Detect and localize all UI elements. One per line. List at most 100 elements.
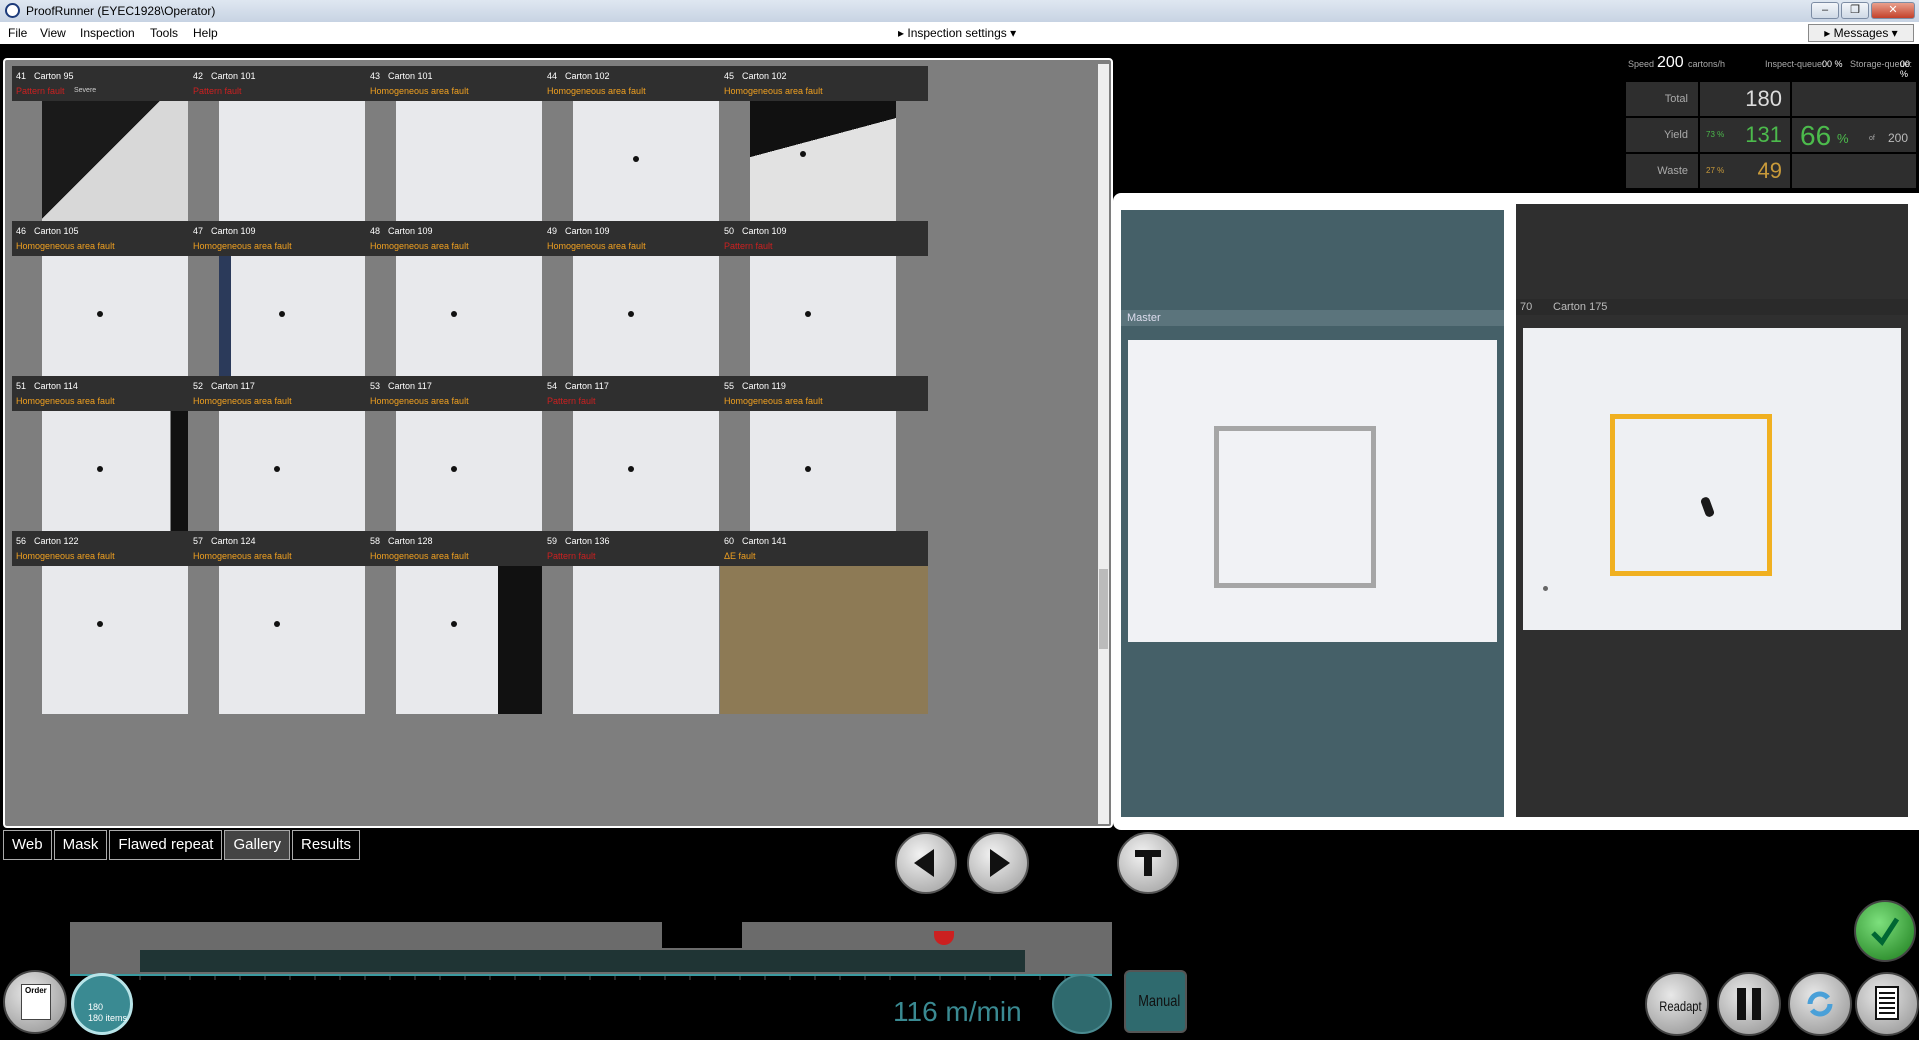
tile-image <box>219 566 365 714</box>
text-tool-button[interactable] <box>1117 832 1179 894</box>
tile-number: 45 <box>724 71 735 81</box>
arrow-left-icon <box>914 849 934 877</box>
tile-fault-type: Homogeneous area fault <box>193 241 292 251</box>
waste-label: Waste <box>1657 165 1688 177</box>
tile-carton: Carton 95 <box>34 71 74 81</box>
pause-button[interactable] <box>1717 972 1781 1036</box>
refresh-button[interactable] <box>1788 972 1852 1036</box>
next-button[interactable] <box>967 832 1029 894</box>
defect-speck <box>279 311 285 317</box>
timeline-segment-1 <box>70 922 662 948</box>
tile-number: 60 <box>724 536 735 546</box>
defect-speck <box>97 466 103 472</box>
tab-mask[interactable]: Mask <box>53 830 108 860</box>
tab-web[interactable]: Web <box>3 830 52 860</box>
defect-speck <box>97 311 103 317</box>
defect-spot <box>1699 496 1716 518</box>
tile-carton: Carton 102 <box>742 71 787 81</box>
previous-button[interactable] <box>895 832 957 894</box>
tile-header: 50 Carton 109 Pattern fault <box>720 221 928 256</box>
tile-number: 43 <box>370 71 381 81</box>
carton-header: 70 Carton 175 <box>1516 299 1908 315</box>
tile-carton: Carton 109 <box>742 226 787 236</box>
tab-gallery[interactable]: Gallery <box>224 830 290 860</box>
master-panel: Master <box>1121 210 1504 817</box>
total-value: 180 <box>1745 86 1782 111</box>
messages-dropdown[interactable]: ▸ Messages ▾ <box>1808 24 1914 42</box>
waste-percent-small: 27 % <box>1706 166 1725 175</box>
defect-speck <box>800 151 806 157</box>
window-title: ProofRunner (EYEC1928\Operator) <box>26 4 216 18</box>
defect-speck <box>805 311 811 317</box>
tile-number: 42 <box>193 71 204 81</box>
yield-percent-small: 73 % <box>1706 130 1725 139</box>
tile-fault-type: Pattern fault <box>724 241 773 251</box>
view-tabs: Web Mask Flawed repeat Gallery Results <box>3 830 361 860</box>
close-button[interactable]: ✕ <box>1871 2 1915 19</box>
tile-header: 60 Carton 141 ΔE fault <box>720 531 928 566</box>
tile-fault-type: Homogeneous area fault <box>724 396 823 406</box>
master-image[interactable] <box>1128 340 1497 642</box>
readapt-button[interactable]: Readapt <box>1645 972 1709 1036</box>
gallery-tile[interactable]: 60 Carton 141 ΔE fault <box>720 531 928 714</box>
counter-bottom: 180 items <box>88 1013 128 1023</box>
counter-dial[interactable]: 180 180 items <box>71 973 133 1035</box>
minimize-button[interactable]: – <box>1811 2 1839 19</box>
yield-of-label: of <box>1869 135 1875 142</box>
total-label: Total <box>1664 93 1688 105</box>
defect-speck <box>1543 586 1548 591</box>
tile-carton: Carton 141 <box>742 536 787 546</box>
tile-number: 53 <box>370 381 381 391</box>
defect-speck <box>805 466 811 472</box>
menu-help[interactable]: Help <box>193 26 218 40</box>
carton-name: Carton 175 <box>1553 301 1608 313</box>
tile-carton: Carton 105 <box>34 226 79 236</box>
tile-fault-type: Pattern fault <box>16 86 65 96</box>
tab-flawed-repeat[interactable]: Flawed repeat <box>109 830 223 860</box>
menu-bar: File View Inspection Tools Help ▸ Inspec… <box>0 22 1919 44</box>
tab-results[interactable]: Results <box>292 830 361 860</box>
t-letter-icon <box>1135 850 1161 876</box>
tile-image <box>42 566 188 714</box>
tile-number: 50 <box>724 226 735 236</box>
master-header: Master <box>1121 310 1504 326</box>
menu-inspection[interactable]: Inspection <box>80 26 135 40</box>
arrow-right-icon <box>990 849 1010 877</box>
manual-button[interactable]: Manual <box>1124 970 1187 1033</box>
carton-number: 70 <box>1520 301 1533 313</box>
tile-fault-type: Homogeneous area fault <box>370 551 469 561</box>
yield-percent-big: 66 <box>1800 120 1832 151</box>
timeline-segment-2 <box>742 922 1112 948</box>
carton-image[interactable] <box>1523 328 1901 630</box>
tile-number: 46 <box>16 226 27 236</box>
confirm-button[interactable] <box>1854 900 1916 962</box>
tile-fault-type: Homogeneous area fault <box>16 396 115 406</box>
defect-speck <box>451 621 457 627</box>
inspection-settings-dropdown[interactable]: ▸ Inspection settings ▾ <box>898 26 1016 40</box>
maximize-button[interactable]: ❐ <box>1841 2 1869 19</box>
web-timeline[interactable] <box>70 922 1112 980</box>
speed-dial[interactable] <box>1052 974 1112 1034</box>
defect-speck <box>451 466 457 472</box>
readapt-label: Readapt <box>1659 998 1702 1014</box>
gallery-scrollbar[interactable] <box>1098 64 1109 824</box>
tile-carton: Carton 109 <box>388 226 433 236</box>
order-icon: Order <box>21 984 51 1020</box>
tile-number: 41 <box>16 71 27 81</box>
tile-number: 47 <box>193 226 204 236</box>
menu-view[interactable]: View <box>40 26 66 40</box>
line-speed: 116 m/min <box>893 996 1022 1027</box>
tile-carton: Carton 109 <box>565 226 610 236</box>
report-button[interactable] <box>1855 972 1919 1036</box>
refresh-icon <box>1807 991 1833 1017</box>
tile-number: 56 <box>16 536 27 546</box>
checkmark-icon <box>1871 917 1900 946</box>
timeline-progress <box>140 950 1025 972</box>
menu-tools[interactable]: Tools <box>150 26 178 40</box>
tile-fault-type: Homogeneous area fault <box>724 86 823 96</box>
tile-number: 54 <box>547 381 558 391</box>
tile-carton: Carton 101 <box>211 71 256 81</box>
menu-file[interactable]: File <box>8 26 27 40</box>
order-button[interactable]: Order <box>3 970 67 1034</box>
scrollbar-thumb[interactable] <box>1099 569 1108 649</box>
